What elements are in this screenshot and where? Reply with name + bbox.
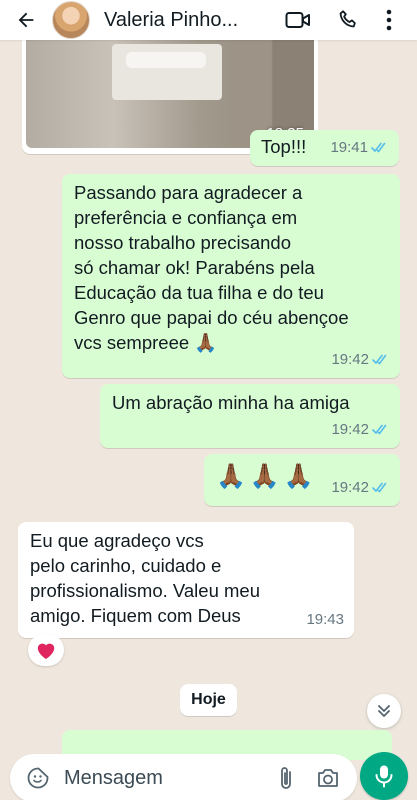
message-text: Top!!!: [261, 136, 307, 157]
message-time: 19:42: [331, 479, 369, 496]
voice-message-button[interactable]: [360, 752, 408, 800]
message-text: Eu que agradeço vcs pelo carinho, cuidad…: [30, 530, 260, 626]
attach-button[interactable]: [268, 758, 304, 798]
message-meta: 19:42: [331, 347, 390, 372]
microphone-icon: [375, 765, 393, 788]
read-receipt-icon: [372, 482, 387, 493]
whatsapp-chat-screen: Valeria Pinho... Top!!! 19:41 Passando p…: [0, 0, 417, 800]
more-options-button[interactable]: [374, 0, 404, 40]
read-receipt-icon: [372, 424, 387, 435]
video-call-icon: [285, 12, 310, 28]
message-time: 19:43: [306, 611, 344, 628]
message-time: 19:41: [330, 139, 368, 156]
date-separator: Hoje: [180, 684, 237, 716]
outgoing-message[interactable]: Passando para agradecer a preferência e …: [62, 174, 400, 378]
heart-reaction[interactable]: [28, 634, 64, 666]
scroll-to-bottom-button[interactable]: [367, 694, 401, 728]
emoji-button[interactable]: [18, 758, 58, 798]
sticker-icon: [27, 767, 49, 789]
outgoing-message[interactable]: Top!!! 19:41: [250, 130, 399, 166]
phone-icon: [339, 10, 356, 28]
message-meta: 19:42: [331, 475, 390, 500]
message-meta: 19:43: [306, 607, 344, 632]
contact-avatar[interactable]: [52, 1, 90, 39]
camera-icon: [318, 769, 338, 787]
message-composer: [10, 754, 357, 800]
message-time: 19:42: [331, 351, 369, 368]
outgoing-message[interactable]: Um abração minha ha amiga 19:42: [100, 384, 400, 448]
heart-icon: [37, 643, 55, 660]
message-meta: 19:41: [330, 135, 389, 160]
double-chevron-down-icon: [378, 705, 390, 717]
camera-button[interactable]: [310, 758, 346, 798]
incoming-message[interactable]: Eu que agradeço vcs pelo carinho, cuidad…: [18, 522, 354, 638]
message-time: 19:42: [331, 421, 369, 438]
read-receipt-icon: [371, 142, 386, 153]
message-list[interactable]: 18:35 Top!!! 19:41 Passando para agradec…: [0, 30, 417, 760]
video-call-button[interactable]: [280, 0, 316, 40]
contact-name[interactable]: Valeria Pinho...: [104, 9, 266, 32]
back-button[interactable]: [6, 0, 46, 40]
message-meta: 19:42: [331, 417, 390, 442]
voice-call-button[interactable]: [330, 0, 366, 40]
read-receipt-icon: [372, 354, 387, 365]
message-text: 🙏🏾🙏🏾🙏🏾: [216, 463, 318, 490]
chat-header: Valeria Pinho...: [0, 0, 417, 40]
message-text: Passando para agradecer a preferência e …: [74, 182, 349, 353]
back-arrow-icon: [18, 12, 34, 28]
photo-pillows: [126, 52, 206, 68]
message-text: Um abração minha ha amiga: [112, 392, 350, 413]
outgoing-message[interactable]: 🙏🏾🙏🏾🙏🏾 19:42: [204, 454, 400, 506]
message-input[interactable]: [64, 766, 260, 790]
more-vertical-icon: [386, 9, 392, 31]
paperclip-icon: [281, 767, 291, 789]
